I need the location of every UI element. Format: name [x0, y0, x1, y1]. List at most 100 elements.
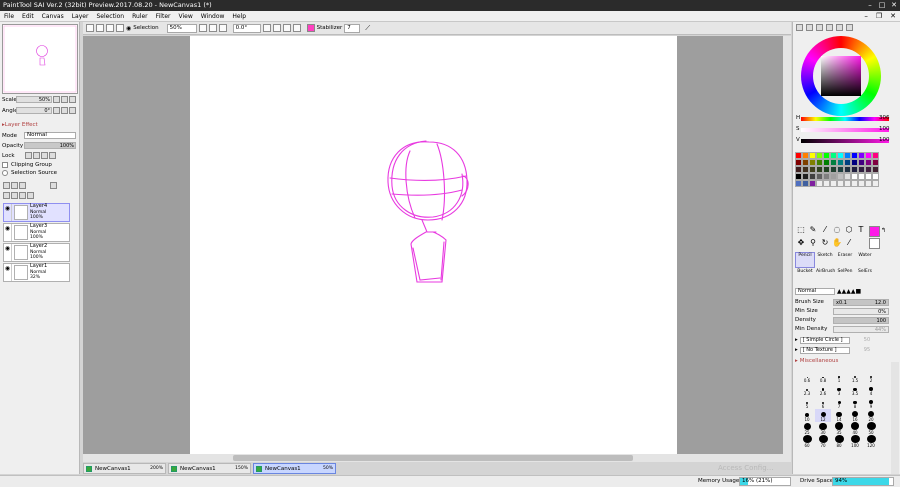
color-swatch[interactable]	[830, 159, 837, 166]
menu-layer[interactable]: Layer	[68, 13, 93, 20]
color-swatch[interactable]	[865, 152, 872, 159]
merge-down-icon[interactable]	[11, 192, 18, 199]
move-icon[interactable]: ✥	[795, 237, 807, 249]
color-swatch[interactable]	[802, 180, 809, 187]
color-swatch[interactable]	[851, 152, 858, 159]
doc-restore-button[interactable]: ❐	[872, 12, 886, 20]
scale-plus-icon[interactable]	[61, 96, 68, 103]
undo-icon[interactable]	[86, 24, 94, 32]
color-swatch[interactable]	[795, 159, 802, 166]
color-swatch[interactable]	[865, 159, 872, 166]
canvas-area[interactable]	[83, 36, 783, 454]
color-swatch[interactable]	[872, 166, 879, 173]
new-folder-icon[interactable]	[19, 182, 26, 189]
text-icon[interactable]: T	[855, 224, 867, 236]
blend-mode-select[interactable]: Normal	[795, 287, 835, 295]
fill-icon[interactable]: ⬡	[843, 224, 855, 236]
brush-size-preset[interactable]: 6	[815, 396, 831, 409]
color-swatch[interactable]	[802, 166, 809, 173]
brush-size-preset[interactable]: 1	[831, 370, 847, 383]
value-slider[interactable]	[801, 139, 889, 143]
color-swatch[interactable]	[816, 152, 823, 159]
visibility-eye-icon[interactable]: ◉	[4, 204, 12, 221]
color-swatch[interactable]	[872, 173, 879, 180]
brush-size-preset[interactable]: 7	[831, 396, 847, 409]
color-swatch[interactable]	[851, 166, 858, 173]
color-swatch[interactable]	[830, 152, 837, 159]
layer-move-icon[interactable]	[50, 182, 57, 189]
color-swatch[interactable]	[844, 173, 851, 180]
brush-size-preset[interactable]: 120	[863, 435, 879, 448]
brush-size-preset[interactable]: 0.8	[815, 370, 831, 383]
scratchpad-tab-icon[interactable]	[836, 24, 843, 31]
layer-item[interactable]: ◉ Layer3 Normal 100%	[3, 223, 70, 242]
delete-layer-icon[interactable]	[27, 192, 34, 199]
doc-minimize-button[interactable]: –	[860, 12, 872, 20]
menu-view[interactable]: View	[174, 13, 196, 20]
mode-select[interactable]: Normal	[24, 132, 76, 139]
rotate-reset-icon[interactable]	[69, 107, 76, 114]
color-swatch[interactable]	[844, 159, 851, 166]
scale-minus-icon[interactable]	[53, 96, 60, 103]
color-swatch[interactable]	[837, 159, 844, 166]
clear-layer-icon[interactable]	[19, 192, 26, 199]
scale-reset-icon[interactable]	[69, 96, 76, 103]
color-swatch[interactable]	[809, 173, 816, 180]
brush-size-preset[interactable]: 10	[799, 409, 815, 422]
zoom-reset-icon[interactable]	[218, 24, 227, 32]
layer-item[interactable]: ◉ Layer4 Normal 100%	[3, 203, 70, 222]
color-swatch[interactable]	[802, 159, 809, 166]
brush-bucket[interactable]: Bucket	[795, 268, 815, 284]
color-swatches[interactable]	[795, 152, 881, 187]
color-swatch[interactable]	[795, 173, 802, 180]
brush-size-preset[interactable]: 3.5	[847, 383, 863, 396]
primary-color-swatch[interactable]	[869, 226, 880, 237]
color-swatch[interactable]	[865, 173, 872, 180]
color-swatch[interactable]	[865, 166, 872, 173]
presets-scrollbar[interactable]	[891, 362, 899, 474]
brush-size-preset[interactable]: 80	[831, 435, 847, 448]
selection-source-checkbox[interactable]	[2, 170, 8, 176]
close-button[interactable]: ✕	[888, 0, 900, 11]
lock-draw-icon[interactable]	[33, 152, 40, 159]
minimize-button[interactable]: –	[864, 0, 876, 11]
zoom-in-icon[interactable]	[208, 24, 217, 32]
color-swatch[interactable]	[802, 152, 809, 159]
eyedropper-icon[interactable]: ⁄	[843, 237, 855, 249]
brush-edge-icons[interactable]: ▲▲▲▲■	[837, 288, 861, 295]
color-swatch[interactable]	[851, 173, 858, 180]
clipping-group-row[interactable]: Clipping Group	[2, 162, 52, 168]
brush-eraser[interactable]: Eraser	[835, 252, 855, 268]
rect-select-icon[interactable]: ⬚	[795, 224, 807, 236]
selection-source-row[interactable]: Selection Source	[2, 170, 57, 176]
color-swatch[interactable]	[809, 180, 816, 187]
selection-checkbox[interactable]: ◉	[126, 25, 131, 32]
color-swatch[interactable]	[823, 173, 830, 180]
hsv-slider-tab-icon[interactable]	[816, 24, 823, 31]
brush-size-preset[interactable]: 3	[831, 383, 847, 396]
invert-selection-icon[interactable]	[116, 24, 124, 32]
brush-size-preset[interactable]: 2	[863, 370, 879, 383]
rotate-ccw-icon[interactable]	[53, 107, 60, 114]
color-swatch[interactable]	[837, 180, 844, 187]
brush-size-preset[interactable]: 4	[863, 383, 879, 396]
brush-size-preset[interactable]: 35	[831, 422, 847, 435]
rotate-icon[interactable]: ↻	[819, 237, 831, 249]
color-swatch[interactable]	[858, 166, 865, 173]
navigator-preview[interactable]	[2, 24, 78, 94]
color-swatch[interactable]	[816, 180, 823, 187]
menu-ruler[interactable]: Ruler	[128, 13, 152, 20]
brush-size-preset[interactable]: 40	[847, 422, 863, 435]
ruler-icon[interactable]: ⟋	[365, 24, 370, 33]
color-swatch[interactable]	[858, 152, 865, 159]
color-swatch[interactable]	[830, 166, 837, 173]
brush-size-preset[interactable]: 50	[863, 422, 879, 435]
rotate-left-icon[interactable]	[262, 24, 271, 32]
min-size-slider[interactable]: 0%	[833, 307, 889, 315]
lasso-icon[interactable]: ✎	[807, 224, 819, 236]
min-density-slider[interactable]: 44%	[833, 325, 889, 333]
shape-icon[interactable]: ◌	[831, 224, 843, 236]
new-linework-icon[interactable]	[11, 182, 18, 189]
visibility-eye-icon[interactable]: ◉	[4, 244, 12, 261]
color-swatch[interactable]	[823, 159, 830, 166]
